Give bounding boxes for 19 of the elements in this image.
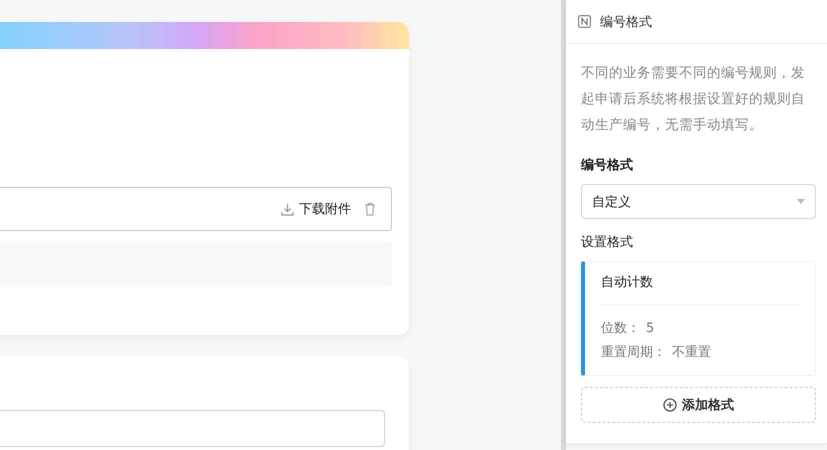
description-text: 不同的业务需要不同的编号规则，发起申请后系统将根据设置好的规则自动生产编号，无需手动填写。 (581, 64, 806, 135)
download-attachment-button[interactable]: 下载附件 (281, 200, 351, 218)
add-format-button[interactable]: 添加格式 (581, 387, 816, 423)
input-field[interactable] (0, 410, 385, 447)
download-icon (281, 202, 294, 216)
rule-card[interactable]: 自动计数 位数： 5 重置周期： 不重置 (581, 261, 816, 376)
delete-icon[interactable] (364, 202, 376, 216)
plus-circle-icon (663, 398, 677, 412)
caret-icon (797, 199, 805, 204)
panel-title: 编号格式 (600, 14, 652, 30)
field-value: 不重置 (672, 344, 711, 362)
format-label: 编号格式 (581, 156, 634, 174)
rule-title: 自动计数 (601, 262, 801, 305)
format-select[interactable]: 自定义 (581, 184, 816, 219)
field-label: 位数： (601, 320, 640, 338)
field-label: 重置周期： (601, 344, 666, 362)
setup-label: 设置格式 (581, 234, 634, 251)
field-value: 5 (646, 320, 654, 338)
n-icon (578, 15, 591, 28)
